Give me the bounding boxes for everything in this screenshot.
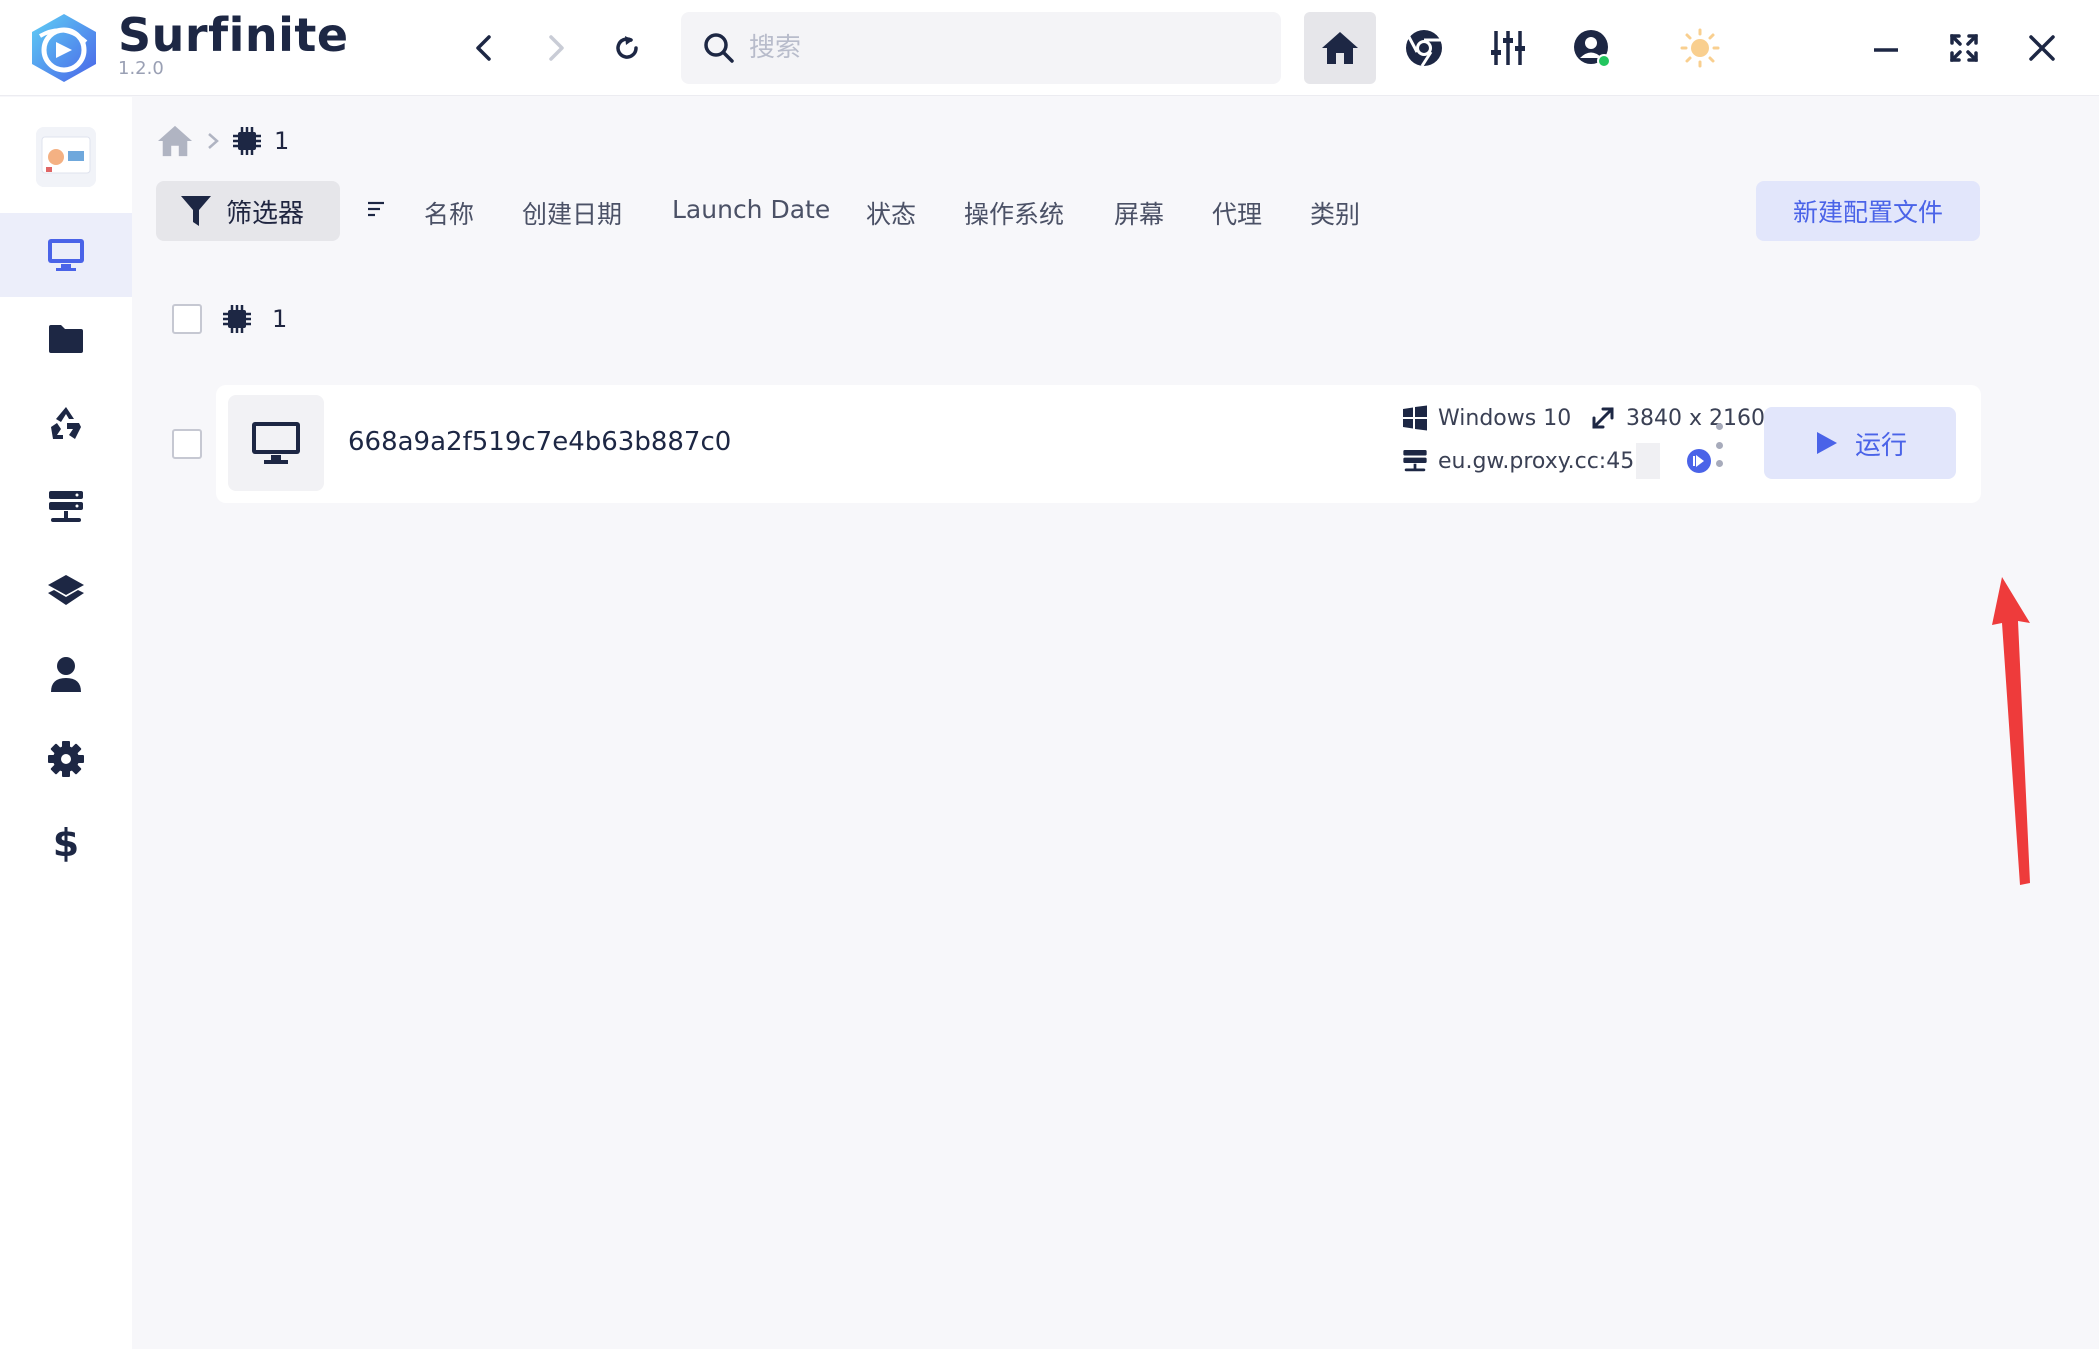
breadcrumb: 1 xyxy=(156,123,289,159)
annotation-arrow-icon xyxy=(1992,577,2030,885)
column-category[interactable]: 类别 xyxy=(1310,195,1360,231)
app-logo-icon xyxy=(26,12,102,84)
chip-icon xyxy=(223,305,251,333)
layers-icon xyxy=(48,575,84,605)
new-profile-button[interactable]: 新建配置文件 xyxy=(1756,181,1980,241)
expand-arrows-icon xyxy=(1592,407,1614,429)
gear-icon xyxy=(48,741,84,777)
group-header: 1 xyxy=(172,301,287,337)
title-bar: Surfinite 1.2.0 xyxy=(0,0,2099,96)
sidebar-item-team[interactable] xyxy=(0,633,132,717)
group-label: 1 xyxy=(272,305,288,333)
run-button[interactable]: 运行 xyxy=(1764,407,1956,479)
sidebar-item-profiles[interactable] xyxy=(0,213,132,297)
profile-icon-box xyxy=(228,395,324,491)
sidebar-item-folders[interactable] xyxy=(0,297,132,381)
folder-icon xyxy=(49,325,83,353)
filter-label: 筛选器 xyxy=(226,198,305,229)
column-created-date[interactable]: 创建日期 xyxy=(522,195,622,231)
workspace-avatar[interactable] xyxy=(36,127,96,187)
sliders-icon xyxy=(1491,31,1525,65)
filter-button[interactable]: 筛选器 xyxy=(156,181,340,241)
sidebar-item-proxies[interactable] xyxy=(0,465,132,549)
profile-resolution-label: 3840 x 2160 xyxy=(1626,405,1765,431)
profile-proxy-label: eu.gw.proxy.cc:45 xyxy=(1438,448,1635,474)
main-content: 1 筛选器 名称 创建日期 Launch Date 状态 操作系统 屏幕 代理 … xyxy=(132,97,2099,1349)
reload-icon[interactable] xyxy=(603,24,651,72)
home-breadcrumb-icon[interactable] xyxy=(156,124,194,158)
user-icon xyxy=(51,657,81,692)
profile-os-label: Windows 10 xyxy=(1438,405,1572,431)
browser-button[interactable] xyxy=(1388,12,1460,84)
column-proxy[interactable]: 代理 xyxy=(1212,195,1262,231)
search-input[interactable] xyxy=(749,33,1249,63)
profile-row[interactable]: 668a9a2f519c7e4b63b887c0 Windows 10 3840… xyxy=(216,385,1981,503)
settings-sliders-button[interactable] xyxy=(1472,12,1544,84)
search-icon xyxy=(704,33,734,63)
column-status[interactable]: 状态 xyxy=(866,195,916,231)
column-launch-date[interactable]: Launch Date xyxy=(672,195,830,224)
profiles-toolbar: 筛选器 名称 创建日期 Launch Date 状态 操作系统 屏幕 代理 类别… xyxy=(156,181,2016,241)
dollar-icon: $ xyxy=(53,822,79,864)
profile-proxy: eu.gw.proxy.cc:45 xyxy=(1402,443,1712,479)
profile-resolution: 3840 x 2160 xyxy=(1590,405,1765,431)
back-icon[interactable] xyxy=(460,24,508,72)
chrome-icon xyxy=(1406,30,1442,67)
funnel-icon xyxy=(181,196,211,226)
chip-icon xyxy=(233,127,261,155)
sun-icon xyxy=(1680,28,1720,68)
app-title: Surfinite xyxy=(118,8,349,62)
profile-os: Windows 10 xyxy=(1402,405,1571,431)
sidebar-item-recycle-bin[interactable] xyxy=(0,381,132,465)
home-button[interactable] xyxy=(1304,12,1376,84)
windows-icon xyxy=(1403,405,1427,431)
sort-icon[interactable] xyxy=(366,199,386,219)
monitor-icon xyxy=(48,239,84,271)
profile-name[interactable]: 668a9a2f519c7e4b63b887c0 xyxy=(348,427,731,457)
server-icon xyxy=(49,491,83,522)
app-version: 1.2.0 xyxy=(118,58,164,79)
column-os[interactable]: 操作系统 xyxy=(964,195,1064,231)
breadcrumb-current[interactable]: 1 xyxy=(274,127,289,155)
svg-text:$: $ xyxy=(53,822,79,864)
play-icon xyxy=(1816,432,1837,454)
group-select-checkbox[interactable] xyxy=(172,304,202,334)
column-name[interactable]: 名称 xyxy=(424,195,474,231)
proxy-redaction xyxy=(1636,443,1661,479)
column-screen[interactable]: 屏幕 xyxy=(1114,195,1164,231)
chevron-right-icon xyxy=(208,133,219,149)
recycle-icon xyxy=(51,407,81,439)
theme-toggle-button[interactable] xyxy=(1664,12,1736,84)
fullscreen-icon[interactable] xyxy=(1940,24,1988,72)
forward-icon[interactable] xyxy=(532,24,580,72)
close-icon[interactable] xyxy=(2018,24,2066,72)
more-options-icon[interactable] xyxy=(1704,423,1734,467)
server-icon xyxy=(1403,450,1427,472)
sidebar-item-billing[interactable]: $ xyxy=(0,801,132,885)
run-label: 运行 xyxy=(1854,430,1907,461)
sidebar-item-extensions[interactable] xyxy=(0,549,132,633)
user-circle-icon xyxy=(1574,30,1611,68)
sidebar-item-settings[interactable] xyxy=(0,717,132,801)
sidebar: $ xyxy=(0,97,132,1349)
minimize-icon[interactable] xyxy=(1862,24,1910,72)
profile-select-checkbox[interactable] xyxy=(172,429,202,459)
home-icon xyxy=(1322,32,1358,64)
search-bar[interactable] xyxy=(681,12,1281,84)
account-button[interactable] xyxy=(1556,12,1628,84)
monitor-icon xyxy=(252,422,300,464)
